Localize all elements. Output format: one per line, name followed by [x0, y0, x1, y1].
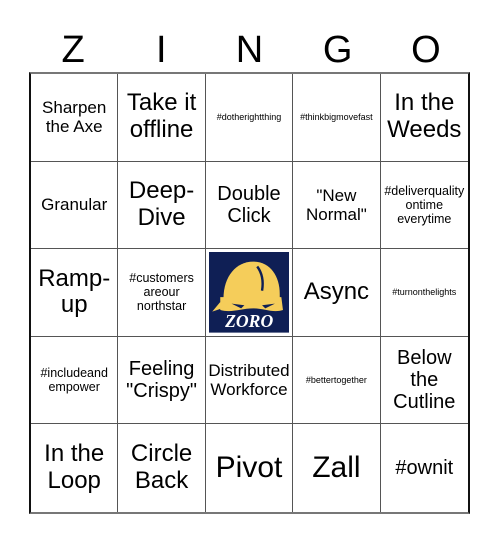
cell-text: Distributed Workforce — [208, 361, 290, 400]
cell-text: #ownit — [395, 456, 454, 479]
bingo-cell-r4-c2[interactable]: Feeling "Crispy" — [118, 336, 206, 425]
bingo-cell-r3-c2[interactable]: #customers areour northstar — [118, 249, 206, 337]
bingo-cell-r4-c5[interactable]: Below the Cutline — [380, 337, 468, 425]
cell-text: Async — [303, 278, 370, 306]
header-letter-z: Z — [61, 29, 85, 71]
header-letter-n: N — [235, 29, 264, 71]
bingo-header: Z I N G O — [29, 28, 470, 72]
bingo-cell-r1-c5[interactable]: In the Weeds — [380, 74, 468, 162]
bingo-cell-r4-c3[interactable]: Distributed Workforce — [205, 336, 294, 425]
bingo-cell-r1-c4[interactable]: #thinkbigmovefast — [293, 74, 381, 162]
cell-text: Circle Back — [130, 440, 193, 495]
bingo-cell-r2-c2[interactable]: Deep-Dive — [118, 161, 206, 250]
bingo-cell-r1-c1[interactable]: Sharpen the Axe — [31, 74, 119, 162]
bingo-cell-r5-c5[interactable]: #ownit — [381, 424, 468, 512]
bingo-cell-r5-c3[interactable]: Pivot — [206, 424, 294, 512]
cell-text: #includeand empower — [40, 366, 108, 395]
bingo-cell-r5-c2[interactable]: Circle Back — [118, 424, 206, 512]
cell-text: Zall — [312, 451, 361, 485]
cell-text: #dotherightthing — [216, 112, 282, 123]
header-letter-g: G — [322, 29, 353, 71]
cell-text: #thinkbigmovefast — [300, 112, 373, 123]
bingo-cell-r5-c1[interactable]: In the Loop — [31, 424, 119, 512]
cell-text: Pivot — [215, 451, 283, 485]
cell-text: Deep-Dive — [128, 177, 195, 231]
bingo-cell-r2-c1[interactable]: Granular — [31, 161, 119, 250]
cell-text: Sharpen the Axe — [42, 98, 107, 137]
bingo-cell-r4-c1[interactable]: #includeand empower — [31, 336, 119, 425]
bingo-cell-r4-c4[interactable]: #bettertogether — [293, 336, 381, 425]
cell-text: Below the Cutline — [393, 346, 456, 414]
cell-text: #deliverquality ontime everytime — [384, 183, 465, 226]
bingo-cell-r2-c5[interactable]: #deliverquality ontime everytime — [380, 162, 468, 250]
cell-text: Feeling "Crispy" — [126, 357, 198, 403]
bingo-cell-r3-c5[interactable]: #turnonthelights — [380, 249, 468, 337]
cell-text: #customers areour northstar — [129, 271, 194, 314]
bingo-cell-r3-c1[interactable]: Ramp-up — [31, 249, 119, 337]
logo-text: ZORO — [224, 311, 273, 331]
free-space-cell[interactable]: ZORO — [205, 249, 294, 337]
bingo-card-grid: Sharpen the Axe Take it offline #dotherigh… — [29, 72, 470, 514]
cell-text: Take it offline — [126, 89, 197, 144]
cell-text: Double Click — [217, 182, 281, 227]
bingo-cell-r5-c4[interactable]: Zall — [293, 424, 381, 512]
header-letter-o: O — [411, 29, 441, 71]
cell-text: Granular — [41, 195, 108, 215]
cell-text: In the Weeds — [387, 89, 462, 144]
bingo-cell-r1-c3[interactable]: #dotherightthing — [205, 74, 294, 162]
cell-text: #bettertogether — [305, 375, 367, 386]
cell-text: In the Loop — [44, 440, 105, 495]
header-letter-i: I — [156, 29, 167, 71]
cell-text: #turnonthelights — [392, 287, 457, 298]
bingo-cell-r2-c4[interactable]: "New Normal" — [293, 161, 381, 250]
bingo-cell-r2-c3[interactable]: Double Click — [205, 161, 294, 250]
bingo-cell-r1-c2[interactable]: Take it offline — [118, 74, 206, 162]
bingo-cell-r3-c4[interactable]: Async — [293, 249, 381, 337]
zoro-logo-icon: ZORO — [208, 252, 290, 333]
cell-text: "New Normal" — [305, 185, 367, 224]
cell-text: Ramp-up — [38, 264, 111, 319]
